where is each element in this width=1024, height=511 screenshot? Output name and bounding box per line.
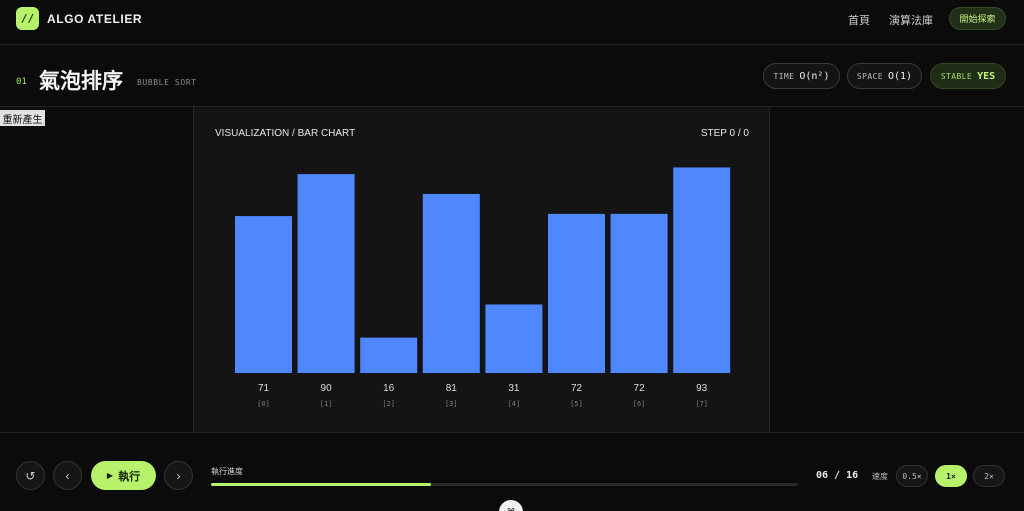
speed-option-0-5x[interactable]: 0.5×	[896, 465, 928, 487]
badge-value: O(1)	[888, 70, 913, 82]
badge-key: STABLE	[940, 71, 973, 81]
bar-index-label: [3]	[445, 400, 458, 408]
bar-index-label: [5]	[570, 400, 583, 408]
chevron-left-icon: ‹	[65, 468, 70, 483]
progress-track[interactable]	[211, 483, 798, 486]
bar-index-label: [2]	[382, 400, 395, 408]
bar-value-label: 81	[446, 383, 458, 394]
bar-value-label: 16	[383, 383, 395, 394]
progress-fill	[211, 483, 432, 486]
speed-option-2x[interactable]: 2×	[973, 465, 1005, 487]
page-title: 氣泡排序	[39, 70, 123, 93]
brand-name[interactable]: ALGO ATELIER	[47, 12, 142, 26]
step-counter: 06 / 16	[816, 470, 859, 481]
space-complexity-badge: SPACE O(1)	[847, 63, 922, 89]
bar-value-label: 72	[634, 383, 646, 394]
regenerate-button[interactable]: 重新產生	[0, 110, 45, 126]
badge-value: O(n²)	[799, 70, 830, 82]
time-complexity-badge: TIME O(n²)	[763, 63, 840, 89]
stage-right-panel	[770, 107, 1024, 432]
speed-label: 速度	[872, 472, 888, 481]
explore-button[interactable]: 開始探索	[949, 7, 1006, 30]
badge-value: YES	[977, 70, 996, 82]
nav-link-home[interactable]: 首頁	[848, 12, 870, 28]
bar-0	[235, 216, 292, 373]
floating-action-icon[interactable]: ⌘	[499, 500, 523, 511]
bar-value-label: 31	[508, 383, 520, 394]
bar-index-label: [4]	[508, 400, 521, 408]
bar-7	[673, 167, 731, 373]
algorithm-subtitle: BUBBLE SORT	[137, 78, 197, 87]
bar-index-label: [1]	[320, 400, 333, 408]
bar-value-label: 71	[258, 383, 270, 394]
badge-key: TIME	[773, 71, 795, 81]
bar-index-label: [6]	[633, 400, 646, 408]
badge-key: SPACE	[856, 71, 883, 81]
speed-option-1x[interactable]: 1×	[935, 465, 967, 487]
bar-4	[485, 304, 543, 373]
stable-badge: STABLE YES	[930, 63, 1006, 89]
prev-step-button[interactable]: ‹	[53, 461, 82, 490]
bar-value-label: 93	[696, 383, 708, 394]
bar-index-label: [0]	[257, 400, 270, 408]
nav-link-library[interactable]: 演算法庫	[889, 12, 933, 28]
bar-5	[548, 213, 605, 373]
bar-1	[297, 174, 355, 373]
chevron-right-icon: ›	[176, 468, 181, 483]
algorithm-header: 01 氣泡排序 BUBBLE SORT TIME O(n²) SPACE O(1…	[0, 45, 1024, 107]
bar-value-label: 72	[571, 383, 583, 394]
bar-value-label: 90	[321, 383, 333, 394]
bar-6	[610, 213, 668, 373]
next-step-button[interactable]: ›	[164, 461, 193, 490]
bar-2	[360, 337, 418, 373]
run-label: 執行	[118, 470, 141, 483]
run-button[interactable]: ▶ 執行	[91, 461, 156, 490]
reset-icon: ↺	[25, 468, 36, 483]
logo-icon[interactable]: //	[16, 7, 39, 30]
divider	[0, 432, 1024, 433]
bar-chart: 71 [0] 90 [1] 16 [2] 81 [3] 31 [4] 72 [5] 72 [6] 93 [7]	[235, 167, 731, 408]
bar-index-label: [7]	[695, 400, 708, 408]
top-nav: // ALGO ATELIER 首頁 演算法庫 開始探索	[0, 0, 1024, 45]
progress-label: 執行進度	[211, 467, 243, 476]
algorithm-number: 01	[16, 77, 27, 87]
bar-3	[422, 193, 480, 373]
reset-button[interactable]: ↺	[16, 461, 45, 490]
play-icon: ▶	[106, 471, 114, 480]
visualization-panel: VISUALIZATION / BAR CHART STEP 0 / 0 71[…	[193, 107, 770, 432]
stage-left-panel	[0, 107, 193, 432]
